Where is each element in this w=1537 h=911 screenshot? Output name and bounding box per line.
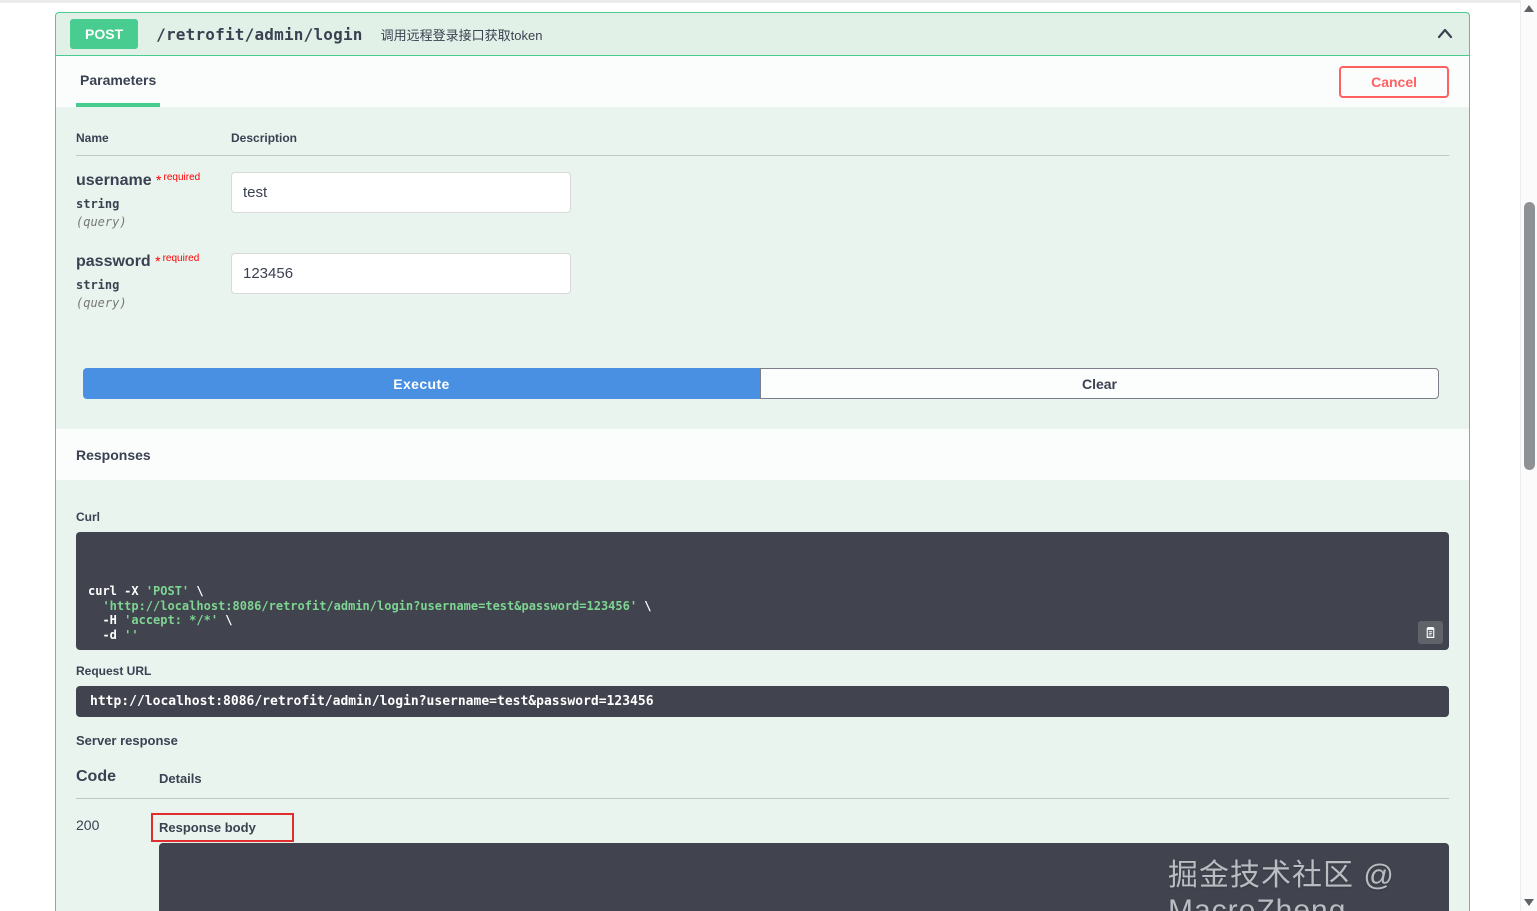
opblock-post-login: POST /retrofit/admin/login 调用远程登录接口获取tok… [55,12,1470,911]
parameter-name: password [76,253,151,270]
parameter-type: string [76,197,120,211]
scrollbar-down-arrow-icon[interactable] [1524,899,1534,906]
curl-label: Curl [76,510,100,524]
request-url-value: http://localhost:8086/retrofit/admin/log… [76,686,1449,718]
required-label: required [162,253,200,264]
column-header-details: Details [159,771,202,787]
endpoint-description: 调用远程登录接口获取token [380,27,543,43]
password-input[interactable] [231,253,571,294]
cancel-button[interactable]: Cancel [1339,65,1449,98]
execute-button[interactable]: Execute [83,368,760,399]
parameter-value-cell [231,253,1449,310]
username-input[interactable] [231,172,571,213]
server-response-label: Server response [76,733,178,749]
responses-area: Curl curl -X 'POST' \ 'http://localhost:… [56,480,1469,911]
parameter-row-password: password * required string (query) [76,237,1449,318]
parameter-location: (query) [76,215,127,229]
endpoint-path: /retrofit/admin/login [156,24,363,44]
parameter-meta: username * required string (query) [76,172,231,229]
tab-parameters-label: Parameters [80,71,157,88]
copy-curl-button[interactable] [1418,621,1443,645]
response-table-header: Code Details [76,768,1449,800]
status-code: 200 [76,817,100,834]
scrollbar-up-arrow-icon[interactable] [1524,5,1534,12]
execute-wrapper: Execute Clear [56,318,1469,429]
collapse-chevron-up-icon[interactable] [1435,24,1455,44]
responses-title: Responses [76,446,151,463]
parameter-location: (query) [76,296,127,310]
http-method-badge: POST [70,19,139,49]
responses-section-header: Responses [56,429,1469,480]
parameter-meta: password * required string (query) [76,253,231,310]
required-label: required [163,172,201,183]
column-header-name: Name [76,131,109,145]
opblock-summary[interactable]: POST /retrofit/admin/login 调用远程登录接口获取tok… [56,13,1469,56]
top-divider [0,0,1537,3]
response-row-200: 200 Response body Download { "code": 200… [76,799,1449,911]
column-header-description: Description [231,131,298,145]
response-body-label-annotated: Response body [151,813,294,843]
swagger-ui-page: POST /retrofit/admin/login 调用远程登录接口获取tok… [0,0,1537,911]
tab-parameters[interactable]: Parameters [76,56,161,107]
clear-button[interactable]: Clear [760,368,1439,399]
response-details-cell: Response body Download { "code": 200, "m… [151,813,1449,911]
curl-command-block: curl -X 'POST' \ 'http://localhost:8086/… [76,532,1449,651]
required-star: * [156,172,162,188]
response-body-block: Download { "code": 200, "message": "操作成功… [159,843,1449,911]
parameters-table: Name Description username * required stri… [56,107,1469,318]
parameters-section-header: Parameters Cancel [56,56,1469,107]
column-header-code: Code [76,768,116,786]
parameter-type: string [76,278,120,292]
required-star: * [155,253,161,269]
parameter-name: username [76,172,152,189]
parameter-value-cell [231,172,1449,229]
parameters-table-header: Name Description [76,131,1449,156]
parameter-row-username: username * required string (query) [76,156,1449,237]
vertical-scrollbar[interactable] [1520,0,1537,911]
request-url-label: Request URL [76,664,152,679]
scrollbar-thumb[interactable] [1524,202,1535,470]
